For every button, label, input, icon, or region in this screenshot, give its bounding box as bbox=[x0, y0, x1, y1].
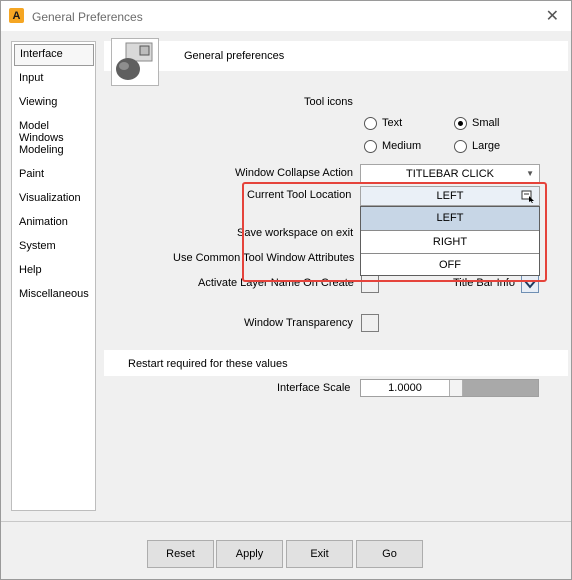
window-collapse-dropdown[interactable]: TITLEBAR CLICK ▼ bbox=[360, 164, 540, 184]
interface-scale-slider[interactable]: 1.0000 bbox=[360, 379, 539, 397]
sidebar-item-input[interactable]: Input bbox=[19, 72, 43, 84]
page-title: General preferences bbox=[184, 50, 285, 62]
exit-button[interactable]: Exit bbox=[286, 540, 353, 568]
app-logo-icon: A bbox=[9, 8, 24, 23]
window-title: General Preferences bbox=[32, 10, 143, 24]
interface-scale-value: 1.0000 bbox=[388, 382, 422, 394]
apply-button[interactable]: Apply bbox=[216, 540, 283, 568]
radio-medium[interactable] bbox=[364, 140, 377, 153]
slider-track bbox=[463, 380, 538, 396]
window-transparency-label: Window Transparency bbox=[244, 317, 353, 329]
restart-section: Restart required for these values bbox=[104, 350, 568, 376]
sidebar-item-modeling[interactable]: Modeling bbox=[19, 144, 64, 156]
radio-large-label: Large bbox=[472, 140, 501, 152]
window-collapse-value: TITLEBAR CLICK bbox=[405, 168, 495, 180]
sidebar-item-interface[interactable]: Interface bbox=[14, 44, 94, 66]
sidebar-item-help[interactable]: Help bbox=[19, 264, 42, 276]
sidebar-item-miscellaneous[interactable]: Miscellaneous bbox=[19, 288, 89, 300]
window-collapse-label: Window Collapse Action bbox=[235, 167, 354, 179]
sidebar-item-system[interactable]: System bbox=[19, 240, 56, 252]
preferences-icon bbox=[111, 38, 159, 86]
radio-small[interactable] bbox=[454, 117, 467, 130]
category-sidebar: Interface Input Viewing Model Windows Mo… bbox=[11, 41, 96, 511]
go-button[interactable]: Go bbox=[356, 540, 423, 568]
radio-medium-label: Medium bbox=[382, 140, 422, 152]
radio-text-label: Text bbox=[382, 117, 403, 129]
sidebar-item-visualization[interactable]: Visualization bbox=[19, 192, 81, 204]
highlight-annotation bbox=[242, 182, 547, 282]
sidebar-item-model-windows[interactable]: Model Windows bbox=[19, 120, 95, 144]
window-transparency-checkbox[interactable] bbox=[361, 314, 379, 332]
radio-text[interactable] bbox=[364, 117, 377, 130]
tool-icons-label: Tool icons bbox=[304, 96, 353, 108]
chevron-down-icon: ▼ bbox=[526, 169, 534, 178]
sidebar-item-viewing[interactable]: Viewing bbox=[19, 96, 57, 108]
slider-handle[interactable] bbox=[449, 380, 463, 396]
interface-scale-label: Interface Scale bbox=[277, 382, 351, 394]
general-preferences-window: A General Preferences ✕ Interface Input … bbox=[0, 0, 572, 580]
radio-large[interactable] bbox=[454, 140, 467, 153]
sidebar-item-animation[interactable]: Animation bbox=[19, 216, 68, 228]
title-bar: A General Preferences ✕ bbox=[1, 1, 571, 31]
footer-divider bbox=[1, 521, 571, 522]
sidebar-item-paint[interactable]: Paint bbox=[19, 168, 44, 180]
restart-label: Restart required for these values bbox=[128, 358, 288, 370]
section-header bbox=[104, 41, 568, 71]
reset-button[interactable]: Reset bbox=[147, 540, 214, 568]
radio-small-label: Small bbox=[472, 117, 500, 129]
close-icon[interactable]: ✕ bbox=[546, 6, 559, 26]
